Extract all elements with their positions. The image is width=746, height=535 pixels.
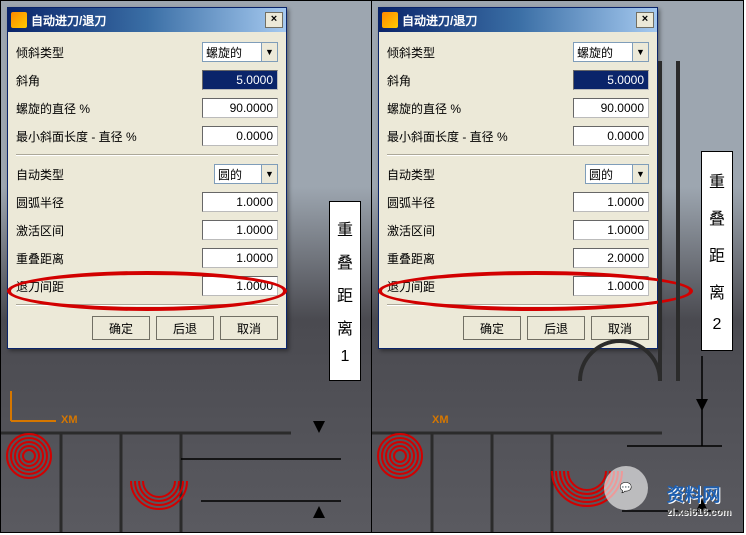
comparison-container: 自动进刀/退刀 × 倾斜类型 螺旋的 ▼ 斜角 5.0000 螺旋的直径 %	[0, 0, 744, 533]
xm-axis-label: XM	[61, 414, 78, 426]
toolpath-overlay	[1, 1, 373, 532]
xm-axis-label: XM	[432, 414, 449, 426]
right-panel: 自动进刀/退刀 × 倾斜类型 螺旋的 ▼ 斜角 5.0000 螺旋的直径 %	[372, 1, 743, 532]
watermark-url: zl.xsi616.com	[667, 507, 731, 518]
watermark-brand: 资料网	[667, 485, 721, 505]
watermark: 资料网 zl.xsi616.com	[667, 481, 731, 518]
arrow-down-icon	[313, 421, 325, 433]
left-panel: 自动进刀/退刀 × 倾斜类型 螺旋的 ▼ 斜角 5.0000 螺旋的直径 %	[1, 1, 372, 532]
arrow-down-icon	[696, 399, 708, 411]
arrow-up-icon	[313, 506, 325, 518]
wechat-icon: 💬	[604, 466, 648, 510]
toolpath-overlay	[372, 1, 744, 532]
